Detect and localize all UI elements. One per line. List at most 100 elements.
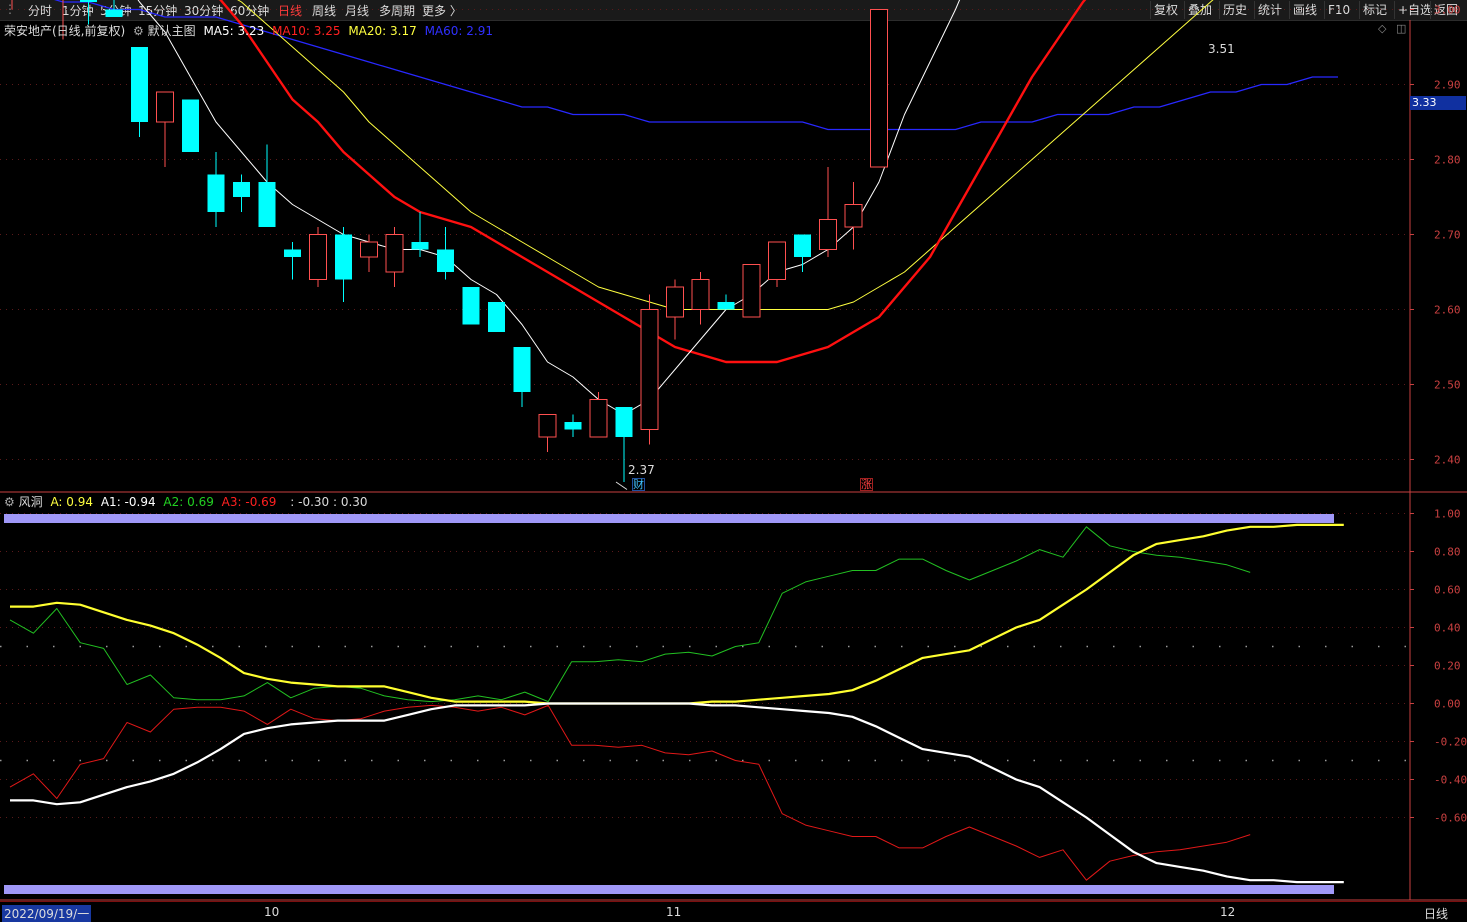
candle: [131, 47, 148, 137]
candle: [488, 302, 505, 332]
date-axis: 2022/09/19/一 10 11 12 日线: [0, 901, 1467, 922]
candle: [207, 152, 225, 227]
ma5-value: MA5: 3.23: [203, 24, 265, 38]
indicator-extra-value: : -0.30 : 0.30: [290, 495, 368, 509]
price-tick-label: 2.60: [1434, 304, 1461, 317]
indicator-a1-value: A1: -0.94: [100, 495, 156, 509]
candle-body: [207, 174, 225, 212]
current-price-marker: 3.33: [1410, 96, 1466, 110]
indicator-upper-band: [4, 514, 1334, 523]
candle-body: [258, 182, 276, 227]
candle-body: [844, 204, 863, 228]
maximize-icon[interactable]: ◫: [1396, 22, 1406, 35]
indicator-tick-label: 0.40: [1434, 622, 1461, 635]
candle: [717, 294, 735, 310]
indicator-a2-value: A2: 0.69: [163, 495, 214, 509]
candle: [309, 227, 327, 287]
candle-body: [411, 242, 429, 250]
candle-body: [360, 241, 378, 258]
candle: [870, 9, 888, 168]
indicator-tick-label: -0.60: [1434, 812, 1467, 825]
candle-body: [131, 47, 148, 122]
candle: [768, 241, 786, 287]
indicator-tick-label: 1.00: [1434, 508, 1461, 521]
indicator-tick-label: 0.00: [1434, 698, 1461, 711]
candle-body: [819, 219, 837, 250]
candle-body: [742, 264, 761, 318]
candle-body: [156, 91, 174, 123]
indicator-tick-label: -0.40: [1434, 774, 1467, 787]
indicator-gear-icon[interactable]: ⚙: [4, 495, 15, 509]
month-label-11: 11: [666, 905, 682, 919]
candle: [182, 99, 199, 152]
price-tick-label: 2.40: [1434, 454, 1461, 467]
candle: [666, 279, 684, 340]
price-tick-label: 3.00: [1434, 4, 1461, 17]
candle-body: [105, 9, 123, 17]
indicator-a2-line: [9, 526, 1251, 703]
diamond-icon[interactable]: ◇: [1378, 22, 1386, 35]
high-price-annotation: 3.51: [1208, 42, 1235, 56]
candle-body: [615, 407, 633, 437]
axis-ticks-layer: 2.402.502.602.702.802.903.003.103.203.30…: [262, 4, 1467, 921]
template-gear-icon[interactable]: ⚙: [133, 24, 144, 38]
candle-body: [640, 309, 659, 430]
indicator-a1-line: [10, 702, 1344, 884]
candle-body: [717, 302, 735, 310]
main-legend: 荣安地产(日线,前复权) ⚙ 默认主图 MA5: 3.23 MA10: 3.25…: [4, 22, 493, 39]
candle-body: [870, 9, 888, 168]
candle: [437, 227, 454, 280]
candle-body: [182, 99, 199, 152]
candle: [538, 414, 557, 452]
candle: [156, 91, 174, 167]
candle-body: [768, 241, 786, 280]
month-label-12: 12: [1220, 905, 1236, 919]
price-tick-label: 2.50: [1434, 379, 1461, 392]
candle-body: [233, 182, 250, 197]
chart-canvas[interactable]: 2.402.502.602.702.802.903.003.103.203.30…: [0, 0, 1467, 921]
candle: [844, 182, 863, 250]
candle-body: [794, 234, 811, 257]
candle: [284, 242, 301, 280]
candle-body: [284, 249, 301, 257]
grid-layer: [0, 9, 1467, 901]
candle-body: [666, 286, 684, 318]
low-price-annotation: 2.37: [628, 463, 655, 477]
candles-layer: [11, 0, 888, 482]
indicator-a3-value: A3: -0.69: [221, 495, 277, 509]
candle: [11, 0, 13, 10]
candle-body: [564, 422, 582, 430]
candle: [105, 0, 123, 17]
ma20-value: MA20: 3.17: [348, 24, 417, 38]
candle-body: [309, 234, 327, 280]
candle-body: [488, 302, 505, 332]
candle: [233, 174, 250, 212]
candle-body: [385, 234, 404, 273]
candle: [385, 227, 404, 287]
candle-body: [80, 0, 97, 2]
limit-up-event-marker[interactable]: 涨: [860, 478, 873, 491]
indicator-name[interactable]: 风洞: [19, 495, 43, 509]
low-pointer: [615, 481, 628, 490]
ma20-line: [237, 0, 1214, 310]
indicator-tick-label: 0.80: [1434, 546, 1461, 559]
candle: [691, 272, 710, 325]
indicator-a-value: A: 0.94: [50, 495, 94, 509]
period-label[interactable]: 日线: [1424, 905, 1448, 922]
price-tick-label: 2.70: [1434, 229, 1461, 242]
indicator-tick-label: -0.20: [1434, 736, 1467, 749]
candle-body: [538, 414, 557, 438]
candle-body: [513, 347, 531, 392]
month-label-10: 10: [264, 905, 280, 919]
template-name[interactable]: 默认主图: [148, 24, 196, 38]
price-tick-label: 2.90: [1434, 79, 1461, 92]
candle: [742, 264, 761, 318]
candle: [589, 392, 608, 438]
indicator-lower-band: [4, 885, 1334, 894]
ma10-value: MA10: 3.25: [272, 24, 341, 38]
candle-body: [589, 399, 608, 438]
candle: [640, 294, 659, 445]
finance-event-marker[interactable]: 财: [632, 478, 645, 491]
price-tick-label: 2.80: [1434, 154, 1461, 167]
candle-body: [462, 287, 480, 325]
